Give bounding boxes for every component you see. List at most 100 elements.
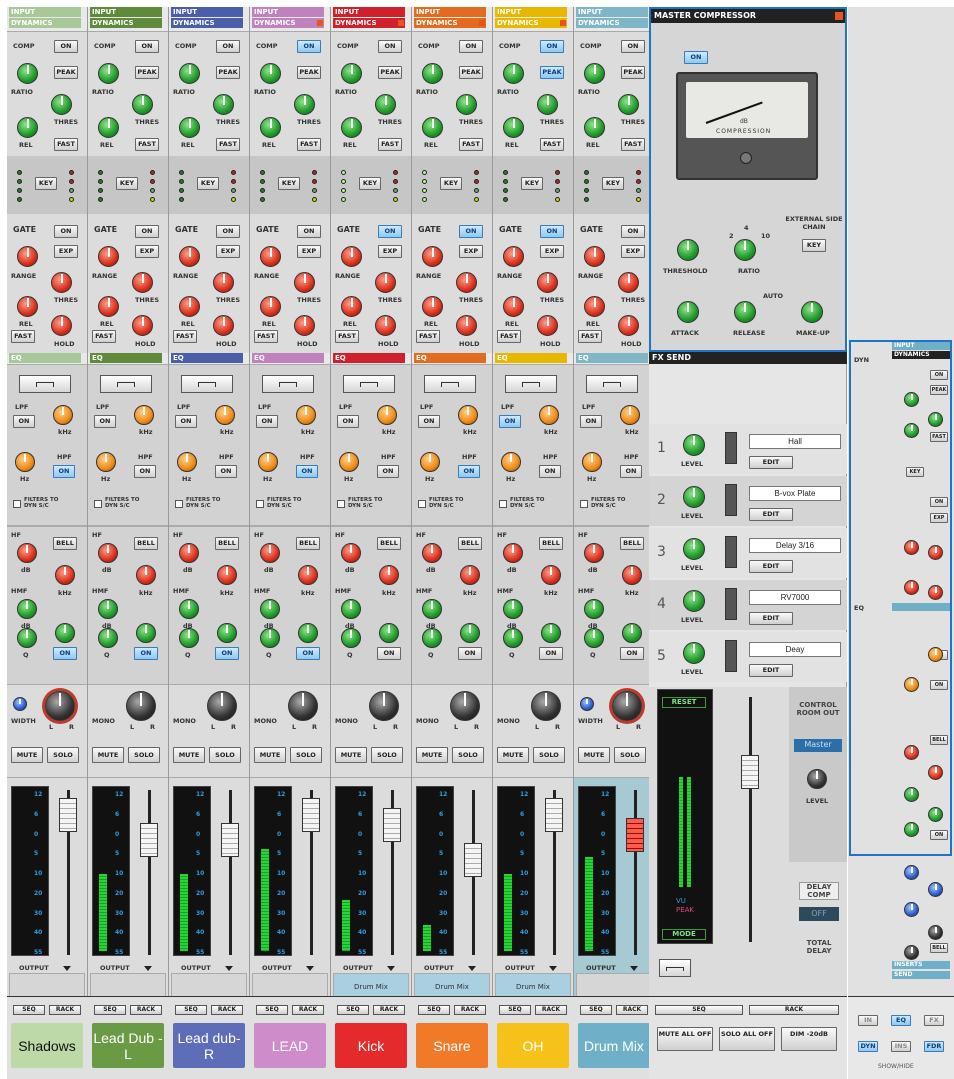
hpf-freq-knob[interactable] [15, 452, 35, 472]
rack-button[interactable]: RACK [454, 1005, 486, 1015]
threshold-knob[interactable] [51, 94, 72, 115]
eq-on-button[interactable]: ON [296, 647, 320, 660]
hmf-q-knob[interactable] [584, 628, 604, 648]
mute-button[interactable]: MUTE [497, 747, 529, 763]
side-knob[interactable] [928, 647, 943, 662]
eq-header[interactable]: EQ [495, 353, 567, 363]
input-header[interactable]: INPUT [90, 7, 162, 17]
hf-freq-knob[interactable] [460, 565, 480, 585]
channel-name[interactable]: LEAD [254, 1023, 326, 1068]
control-room-destination[interactable]: Master [794, 739, 842, 752]
side-knob[interactable] [904, 677, 919, 692]
hf-gain-knob[interactable] [98, 543, 118, 563]
side-hpf-on-button[interactable]: ON [930, 680, 948, 690]
range-knob[interactable] [341, 246, 362, 267]
hold-knob[interactable] [456, 315, 477, 336]
dim-button[interactable]: DIM -20dB [781, 1027, 837, 1051]
fx-send-name[interactable]: B-vox Plate [749, 486, 841, 501]
hpf-on-button[interactable]: ON [458, 465, 480, 478]
rack-button[interactable]: RACK [373, 1005, 405, 1015]
key-button[interactable]: KEY [278, 177, 300, 190]
gate-release-knob[interactable] [422, 296, 443, 317]
pan-knob[interactable] [612, 691, 642, 721]
close-icon[interactable] [398, 20, 404, 26]
range-knob[interactable] [17, 246, 38, 267]
hmf-q-knob[interactable] [179, 628, 199, 648]
channel-name[interactable]: Lead dub-R [173, 1023, 245, 1068]
volume-fader-handle[interactable] [545, 798, 563, 832]
hpf-on-button[interactable]: ON [53, 465, 75, 478]
fx-send-name[interactable]: RV7000 [749, 590, 841, 605]
external-side-chain-key-button[interactable]: KEY [802, 239, 826, 252]
filters-checkbox[interactable] [175, 500, 183, 508]
channel-name[interactable]: Kick [335, 1023, 407, 1068]
key-button[interactable]: KEY [602, 177, 624, 190]
rack-button[interactable]: RACK [211, 1005, 243, 1015]
master-compressor-on-button[interactable]: ON [684, 51, 708, 64]
output-dropdown-icon[interactable] [387, 966, 395, 971]
seq-button[interactable]: SEQ [175, 1005, 207, 1015]
range-knob[interactable] [503, 246, 524, 267]
threshold-knob[interactable] [213, 94, 234, 115]
key-button[interactable]: KEY [35, 177, 57, 190]
output-dropdown-icon[interactable] [468, 966, 476, 971]
gate-threshold-knob[interactable] [456, 272, 477, 293]
output-dropdown-icon[interactable] [306, 966, 314, 971]
input-header[interactable]: INPUT [495, 7, 567, 17]
gate-fast-button[interactable]: FAST [11, 330, 35, 343]
attack-knob[interactable] [677, 301, 699, 323]
lpf-on-button[interactable]: ON [94, 415, 116, 428]
ratio-knob[interactable] [260, 63, 281, 84]
hmf-freq-knob[interactable] [55, 623, 75, 643]
dynamics-header[interactable]: DYNAMICS [252, 18, 324, 28]
dynamics-header[interactable]: DYNAMICS [333, 18, 405, 28]
key-button[interactable]: KEY [521, 177, 543, 190]
lpf-on-button[interactable]: ON [337, 415, 359, 428]
input-header[interactable]: INPUT [414, 7, 486, 17]
pan-knob[interactable] [450, 691, 480, 721]
filters-checkbox[interactable] [580, 500, 588, 508]
range-knob[interactable] [584, 246, 605, 267]
width-knob[interactable] [580, 697, 594, 711]
dynamics-header[interactable]: DYNAMICS [171, 18, 243, 28]
eq-header[interactable]: EQ [90, 353, 162, 363]
bell-button[interactable]: BELL [377, 537, 401, 550]
gate-on-button[interactable]: ON [216, 225, 240, 238]
comp-on-button[interactable]: ON [216, 40, 240, 53]
volume-fader-handle[interactable] [59, 798, 77, 832]
release-knob[interactable] [98, 117, 119, 138]
hpf-freq-knob[interactable] [258, 452, 278, 472]
makeup-knob[interactable] [801, 301, 823, 323]
lpf-freq-knob[interactable] [377, 405, 397, 425]
hpf-on-button[interactable]: ON [215, 465, 237, 478]
bell-button[interactable]: BELL [215, 537, 239, 550]
exp-button[interactable]: EXP [378, 245, 402, 258]
threshold-knob[interactable] [677, 239, 699, 261]
gate-threshold-knob[interactable] [294, 272, 315, 293]
hold-knob[interactable] [132, 315, 153, 336]
gate-fast-button[interactable]: FAST [416, 330, 440, 343]
master-fader-handle[interactable] [741, 755, 759, 789]
peak-button[interactable]: PEAK [540, 66, 564, 79]
filters-checkbox[interactable] [418, 500, 426, 508]
hold-knob[interactable] [51, 315, 72, 336]
eq-curve-button[interactable] [181, 375, 233, 393]
filters-checkbox[interactable] [256, 500, 264, 508]
hf-gain-knob[interactable] [17, 543, 37, 563]
channel-name[interactable]: Snare [416, 1023, 488, 1068]
rack-button[interactable]: RACK [616, 1005, 648, 1015]
eq-on-button[interactable]: ON [134, 647, 158, 660]
filters-checkbox[interactable] [13, 500, 21, 508]
gate-release-knob[interactable] [260, 296, 281, 317]
eq-curve-button[interactable] [586, 375, 638, 393]
hpf-freq-knob[interactable] [96, 452, 116, 472]
ratio-knob[interactable] [341, 63, 362, 84]
gate-fast-button[interactable]: FAST [578, 330, 602, 343]
eq-header[interactable]: EQ [252, 353, 324, 363]
gate-fast-button[interactable]: FAST [497, 330, 521, 343]
hmf-q-knob[interactable] [341, 628, 361, 648]
eq-header[interactable]: EQ [333, 353, 405, 363]
gate-on-button[interactable]: ON [540, 225, 564, 238]
output-dropdown-icon[interactable] [63, 966, 71, 971]
solo-button[interactable]: SOLO [533, 747, 565, 763]
